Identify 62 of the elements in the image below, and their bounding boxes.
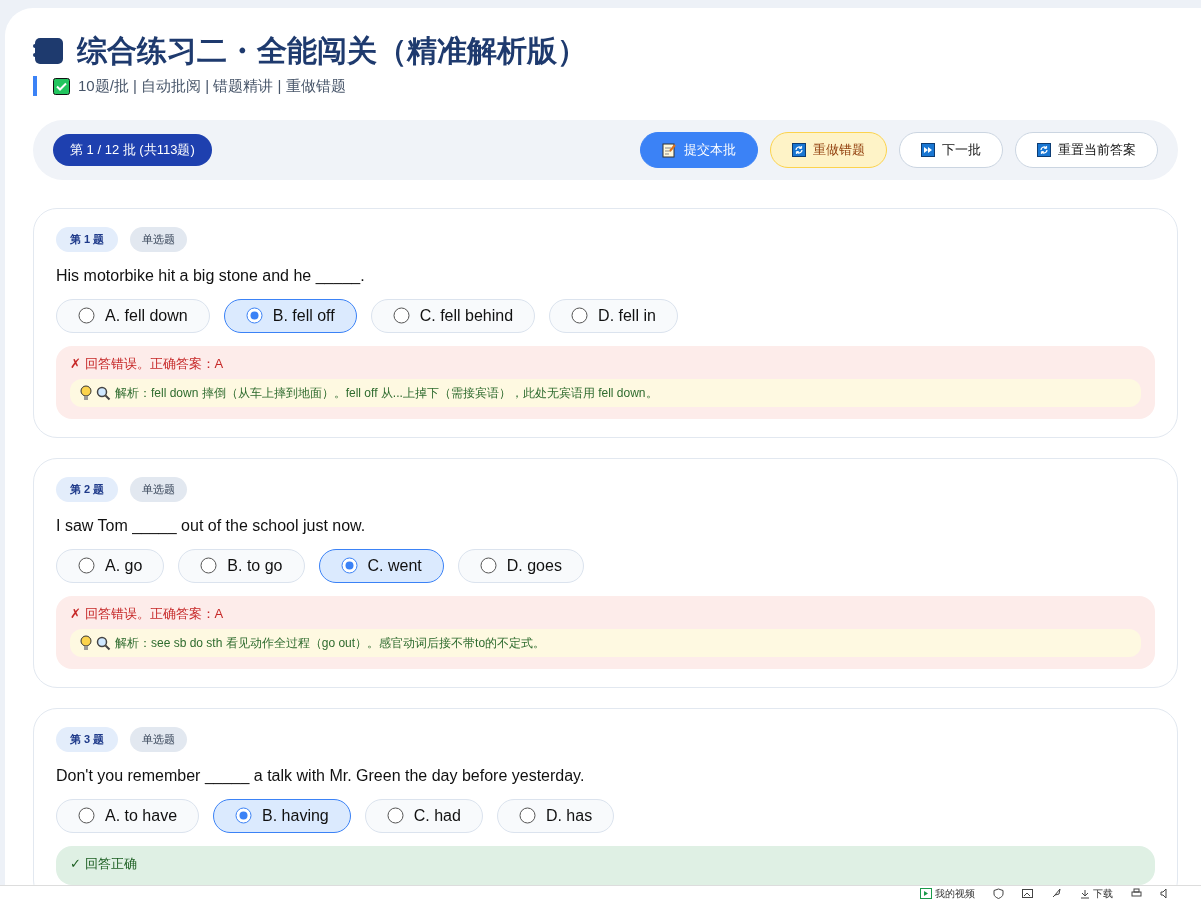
toolbar-button[interactable]: 重置当前答案 [1015, 132, 1158, 168]
toolbar-button[interactable]: 重做错题 [770, 132, 887, 168]
radio-button[interactable] [245, 307, 263, 324]
image-icon[interactable] [1022, 888, 1033, 899]
printer-icon[interactable] [1131, 888, 1142, 899]
explanation-text: 解析：fell down 摔倒（从车上摔到地面）。fell off 从...上掉下（需接宾语），此处无宾语用 fell down。 [115, 385, 658, 402]
radio-button[interactable] [78, 807, 95, 824]
radio-button[interactable] [518, 807, 536, 824]
radio-button[interactable] [386, 807, 404, 824]
answer-option[interactable]: B. fell off [223, 298, 357, 333]
radio-button[interactable] [340, 557, 358, 574]
answer-option[interactable]: C. had [364, 798, 483, 833]
answer-option[interactable]: A. fell down [56, 298, 210, 333]
answer-option[interactable]: C. went [318, 548, 444, 583]
answer-option[interactable]: B. having [213, 798, 351, 833]
download-icon [1080, 888, 1090, 899]
fast-forward-icon [921, 143, 935, 157]
answer-option[interactable]: D. fell in [549, 298, 678, 333]
question-type: 单选题 [130, 227, 188, 252]
status-bar-label[interactable]: 下载 [1093, 886, 1113, 901]
feedback-status: ✗ 回答错误。正确答案：A [70, 354, 225, 373]
question-number: 第 3 题 [56, 727, 119, 752]
explanation-text: 解析：see sb do sth 看见动作全过程（go out）。感官动词后接不带to的不定式。 [115, 635, 546, 652]
radio-button[interactable] [78, 307, 95, 324]
answer-option[interactable]: D. goes [457, 548, 584, 583]
answer-option[interactable]: D. has [496, 798, 615, 833]
page-title: 综合练习二・全能闯关（精准解析版） [77, 36, 587, 66]
toolbar-button[interactable]: 提交本批 [640, 132, 758, 168]
lightbulb-icon [80, 635, 92, 651]
radio-button[interactable] [200, 557, 218, 574]
question-type: 单选题 [130, 477, 188, 502]
answer-option[interactable]: B. to go [178, 548, 305, 583]
answer-option[interactable]: A. go [56, 548, 165, 583]
question-stem: I saw Tom _____ out of the school just now. [56, 515, 367, 537]
question-stem: Don't you remember _____ a talk with Mr. Green the day before yesterday. [56, 765, 586, 787]
feedback-status: ✗ 回答错误。正确答案：A [70, 604, 225, 623]
question-stem: His motorbike hit a big stone and he _____. [56, 265, 366, 287]
feedback-status: ✓ 回答正确 [70, 854, 138, 873]
batch-badge: 第 1 / 12 批 (共113题) [53, 134, 212, 166]
shield-icon[interactable] [993, 888, 1004, 899]
answer-option[interactable]: A. to have [56, 798, 200, 833]
radio-button[interactable] [479, 557, 497, 574]
question-type: 单选题 [130, 727, 188, 752]
book-icon [33, 36, 65, 66]
lightbulb-icon [80, 385, 92, 401]
check-icon [53, 77, 70, 95]
refresh-icon [792, 143, 806, 157]
magnifier-icon [96, 385, 111, 401]
radio-button[interactable] [571, 307, 589, 324]
toolbar-button[interactable]: 下一批 [899, 132, 1003, 168]
video-icon [920, 888, 932, 899]
radio-button[interactable] [78, 557, 95, 574]
memo-icon [662, 142, 677, 158]
radio-button[interactable] [235, 807, 253, 824]
refresh-icon [1037, 143, 1051, 157]
question-number: 第 1 题 [56, 227, 119, 252]
subtitle: 10题/批 | 自动批阅 | 错题精讲 | 重做错题 [78, 75, 346, 96]
radio-button[interactable] [392, 307, 410, 324]
magnifier-icon [96, 635, 111, 651]
status-bar-label[interactable]: 我的视频 [935, 886, 975, 901]
question-number: 第 2 题 [56, 477, 119, 502]
answer-option[interactable]: C. fell behind [370, 298, 536, 333]
